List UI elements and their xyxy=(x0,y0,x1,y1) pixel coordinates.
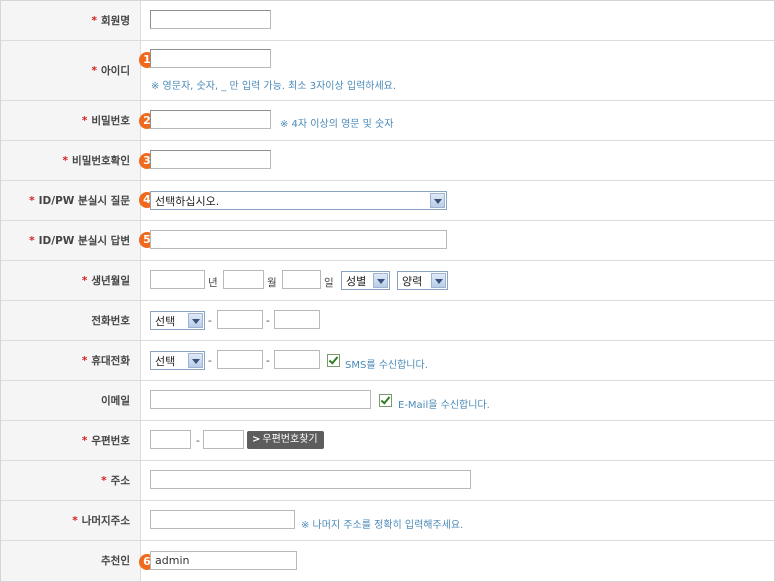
chevron-down-icon xyxy=(430,193,445,208)
label-userid: 아이디 xyxy=(101,65,130,77)
row-recommender: 추천인 6 xyxy=(1,541,774,581)
label-password: 비밀번호 xyxy=(91,115,130,127)
mobile-last-input[interactable] xyxy=(274,350,320,369)
address-detail-input[interactable] xyxy=(150,510,295,529)
pw-answer-input[interactable] xyxy=(150,230,447,249)
userid-hint: ※ 영문자, 숫자, _ 만 입력 가능. 최소 3자이상 입력하세요. xyxy=(151,81,397,92)
label-birth: 생년월일 xyxy=(91,275,130,287)
address-detail-hint: ※ 나머지 주소를 정확히 입력해주세요. xyxy=(301,520,464,531)
userid-input[interactable] xyxy=(150,49,271,68)
address-input[interactable] xyxy=(150,470,471,489)
label-address: 주소 xyxy=(110,475,130,487)
row-userid: * 아이디 1 ※ 영문자, 숫자, _ 만 입력 가능. 최소 3자이상 입력하… xyxy=(1,41,774,101)
phone-last-input[interactable] xyxy=(274,310,320,329)
email-checkbox[interactable] xyxy=(379,394,392,407)
label-pw-answer: ID/PW 분실시 답변 xyxy=(38,235,130,247)
gender-select[interactable]: 성별 xyxy=(341,271,390,290)
label-pw-question: ID/PW 분실시 질문 xyxy=(38,195,130,207)
label-address-detail: 나머지주소 xyxy=(81,515,130,527)
password-input[interactable] xyxy=(150,110,271,129)
zipcode-second-input[interactable] xyxy=(203,430,244,449)
birth-day-input[interactable] xyxy=(282,270,321,289)
calendar-type-select[interactable]: 양력 xyxy=(397,271,448,290)
row-pw-question: * ID/PW 분실시 질문 4 선택하십시오. xyxy=(1,181,774,221)
zipcode-search-button[interactable]: > 우편번호찾기 xyxy=(247,431,324,449)
label-password-confirm: 비밀번호확인 xyxy=(72,155,130,167)
mobile-area-select[interactable]: 선택 xyxy=(150,351,205,370)
phone-middle-input[interactable] xyxy=(217,310,263,329)
label-zipcode: 우편번호 xyxy=(91,435,130,447)
row-password: * 비밀번호 2 ※ 4자 이상의 영문 및 숫자 xyxy=(1,101,774,141)
chevron-down-icon xyxy=(431,273,446,288)
member-join-form: * 회원명 * 아이디 1 ※ 영문자, 숫자, _ 만 입력 가능. 최소 3자이… xyxy=(0,0,775,582)
row-name: * 회원명 xyxy=(1,1,774,41)
sms-label: SMS를 수신합니다. xyxy=(345,360,428,371)
chevron-down-icon xyxy=(373,273,388,288)
mobile-middle-input[interactable] xyxy=(217,350,263,369)
name-input[interactable] xyxy=(150,10,271,29)
row-zipcode: * 우편번호 - > 우편번호찾기 xyxy=(1,421,774,461)
arrow-right-icon: > xyxy=(252,434,261,445)
label-name: 회원명 xyxy=(101,15,130,27)
email-input[interactable] xyxy=(150,390,371,409)
row-email: 이메일 E-Mail을 수신합니다. xyxy=(1,381,774,421)
password-confirm-input[interactable] xyxy=(150,150,271,169)
sms-checkbox[interactable] xyxy=(327,354,340,367)
label-mobile: 휴대전화 xyxy=(91,355,130,367)
zipcode-first-input[interactable] xyxy=(150,430,191,449)
phone-area-select[interactable]: 선택 xyxy=(150,311,205,330)
row-birth: * 생년월일 년 월 일 성별 양력 xyxy=(1,261,774,301)
row-pw-answer: * ID/PW 분실시 답변 5 xyxy=(1,221,774,261)
row-address: * 주소 xyxy=(1,461,774,501)
recommender-input[interactable] xyxy=(150,551,297,570)
label-email: 이메일 xyxy=(101,395,130,407)
birth-year-input[interactable] xyxy=(150,270,205,289)
pw-question-select[interactable]: 선택하십시오. xyxy=(150,191,447,210)
email-receive-label: E-Mail을 수신합니다. xyxy=(398,400,490,411)
row-mobile: * 휴대전화 선택 - - SMS를 수신합니다. xyxy=(1,341,774,381)
password-hint: ※ 4자 이상의 영문 및 숫자 xyxy=(280,119,394,130)
label-phone: 전화번호 xyxy=(91,315,130,327)
row-phone: 전화번호 선택 - - xyxy=(1,301,774,341)
row-password-confirm: * 비밀번호확인 3 xyxy=(1,141,774,181)
label-recommender: 추천인 xyxy=(101,555,130,567)
birth-month-input[interactable] xyxy=(223,270,264,289)
row-address-detail: * 나머지주소 ※ 나머지 주소를 정확히 입력해주세요. xyxy=(1,501,774,541)
chevron-down-icon xyxy=(188,313,203,328)
chevron-down-icon xyxy=(188,353,203,368)
